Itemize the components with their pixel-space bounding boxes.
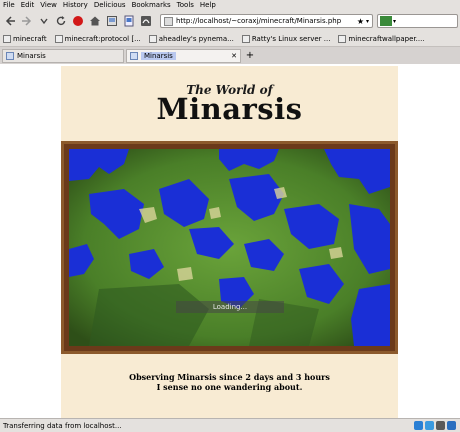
status-text: Transferring data from localhost... xyxy=(3,421,122,430)
loading-indicator: Loading... xyxy=(176,301,284,313)
forward-icon xyxy=(21,16,31,26)
url-text[interactable]: http://localhost/~coraxj/minecraft/Minar… xyxy=(176,17,357,25)
bookmark-item-protocol[interactable]: minecraft:protocol [... xyxy=(54,34,141,43)
search-input[interactable]: ▾ xyxy=(377,14,458,28)
addon-icon[interactable] xyxy=(414,421,423,430)
tab-label: Minarsis xyxy=(141,52,176,60)
tab-favicon-icon xyxy=(130,52,138,60)
history-dropdown-button[interactable] xyxy=(36,14,51,29)
bookmark-label: minecraftwallpaper.... xyxy=(348,34,425,43)
navigation-toolbar: http://localhost/~coraxj/minecraft/Minar… xyxy=(0,11,460,31)
world-map[interactable] xyxy=(69,149,390,346)
bookmark-star-icon[interactable]: ★ xyxy=(357,17,364,26)
bookmark-label: minecraft:protocol [... xyxy=(64,34,141,43)
parchment-panel: The World of Minarsis Loading... Observi… xyxy=(61,66,398,418)
menu-tools[interactable]: Tools xyxy=(177,0,194,11)
tab-minarsis-2[interactable]: Minarsis ✕ xyxy=(126,49,241,63)
url-dropdown-icon[interactable]: ▾ xyxy=(366,18,369,25)
status-bar: Transferring data from localhost... xyxy=(0,418,460,432)
page-icon xyxy=(241,34,250,43)
menu-bar: File Edit View History Delicious Bookmar… xyxy=(0,0,460,11)
players-status-text: I sense no one wandering about. xyxy=(156,382,303,392)
search-engine-icon[interactable] xyxy=(380,16,392,26)
reload-button[interactable] xyxy=(53,14,68,29)
page-icon xyxy=(338,34,347,43)
bookmark-item-wallpaper[interactable]: minecraftwallpaper.... xyxy=(338,34,425,43)
tab-bar: Minarsis Minarsis ✕ + xyxy=(0,48,460,64)
close-tab-icon[interactable]: ✕ xyxy=(231,52,237,60)
bookmark-label: Ratty's Linux server ... xyxy=(251,34,331,43)
chevron-down-icon xyxy=(39,18,48,25)
reload-icon xyxy=(56,16,65,25)
url-bar[interactable]: http://localhost/~coraxj/minecraft/Minar… xyxy=(160,14,373,28)
download-icon[interactable] xyxy=(436,421,445,430)
bookmarks-toolbar: minecraft minecraft:protocol [... aheadl… xyxy=(0,31,460,47)
home-icon xyxy=(89,16,100,26)
menu-history[interactable]: History xyxy=(63,0,88,11)
bookmark-label: minecraft xyxy=(13,34,47,43)
menu-edit[interactable]: Edit xyxy=(21,0,35,11)
tag-icon xyxy=(106,16,117,26)
back-button[interactable] xyxy=(2,14,17,29)
sign-button[interactable] xyxy=(138,14,153,29)
screenshot-button[interactable] xyxy=(121,14,136,29)
home-button[interactable] xyxy=(87,14,102,29)
folder-icon xyxy=(3,34,11,43)
tab-favicon-icon xyxy=(6,52,14,60)
tab-minarsis-1[interactable]: Minarsis xyxy=(2,49,124,63)
menu-file[interactable]: File xyxy=(3,0,15,11)
bookmark-label: aheadley's pynema... xyxy=(158,34,234,43)
bookmark-item-rattys[interactable]: Ratty's Linux server ... xyxy=(241,34,331,43)
status-icons xyxy=(412,421,456,430)
map-frame: Loading... xyxy=(61,141,398,354)
page-title: Minarsis xyxy=(156,92,303,126)
bookmark-item-pynema[interactable]: aheadley's pynema... xyxy=(148,34,234,43)
menu-view[interactable]: View xyxy=(40,0,57,11)
snowflake-icon[interactable] xyxy=(425,421,434,430)
tab-label: Minarsis xyxy=(17,52,46,60)
search-engine-dropdown-icon[interactable]: ▾ xyxy=(393,18,396,25)
stop-button[interactable] xyxy=(70,14,85,29)
site-favicon-icon xyxy=(164,16,173,26)
github-icon xyxy=(148,34,157,43)
page-content: The World of Minarsis Loading... Observi… xyxy=(0,64,460,418)
menu-bookmarks[interactable]: Bookmarks xyxy=(132,0,171,11)
stop-icon xyxy=(72,16,83,26)
observing-status-text: Observing Minarsis since 2 days and 3 ho… xyxy=(129,372,330,382)
back-icon xyxy=(5,16,15,26)
new-tab-button[interactable]: + xyxy=(244,50,256,62)
page-icon xyxy=(54,34,63,43)
bookmark-item-minecraft[interactable]: minecraft xyxy=(3,34,47,43)
sign-icon xyxy=(140,16,151,26)
menu-help[interactable]: Help xyxy=(200,0,216,11)
screenshot-icon xyxy=(124,15,133,27)
tag-button[interactable] xyxy=(104,14,119,29)
security-icon[interactable] xyxy=(447,421,456,430)
forward-button[interactable] xyxy=(19,14,34,29)
menu-delicious[interactable]: Delicious xyxy=(94,0,126,11)
